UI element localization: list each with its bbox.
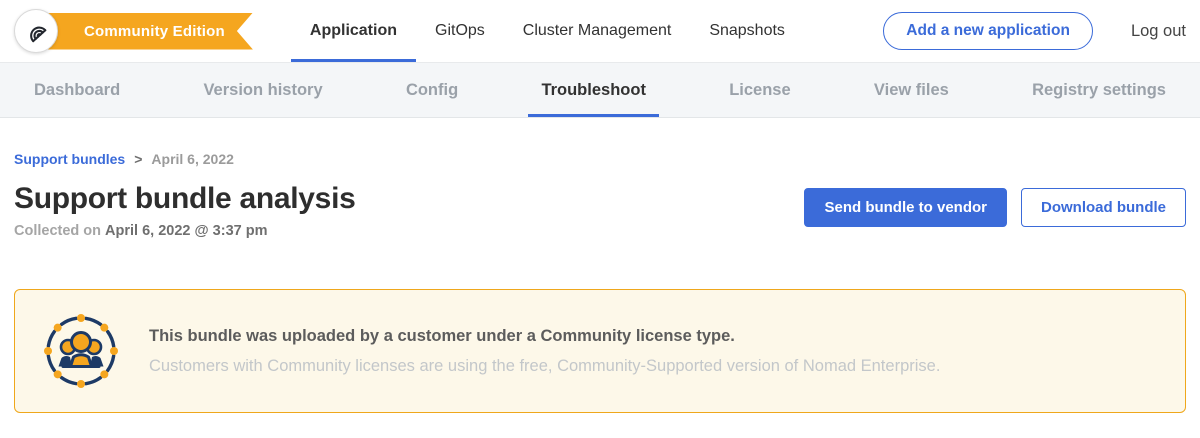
collected-date: April 6, 2022 @ 3:37 pm bbox=[105, 223, 267, 239]
subnav-item-troubleshoot[interactable]: Troubleshoot bbox=[534, 63, 653, 117]
page-header-row: Support bundle analysis Collected on Apr… bbox=[14, 182, 1186, 239]
page-title: Support bundle analysis bbox=[14, 182, 355, 216]
tab-snapshots[interactable]: Snapshots bbox=[690, 0, 804, 62]
app-subnav: Dashboard Version history Config Trouble… bbox=[0, 62, 1200, 118]
collected-prefix: Collected on bbox=[14, 223, 101, 239]
tab-gitops[interactable]: GitOps bbox=[416, 0, 504, 62]
subnav-item-dashboard[interactable]: Dashboard bbox=[27, 63, 127, 117]
community-license-notice: This bundle was uploaded by a customer u… bbox=[14, 289, 1186, 413]
subnav-item-config[interactable]: Config bbox=[399, 63, 465, 117]
breadcrumb: Support bundles > April 6, 2022 bbox=[14, 151, 1186, 167]
page-title-block: Support bundle analysis Collected on Apr… bbox=[14, 182, 355, 239]
tab-cluster-management[interactable]: Cluster Management bbox=[504, 0, 691, 62]
send-bundle-to-vendor-button[interactable]: Send bundle to vendor bbox=[804, 188, 1007, 227]
add-new-application-button[interactable]: Add a new application bbox=[883, 12, 1093, 50]
notice-text-block: This bundle was uploaded by a customer u… bbox=[149, 327, 940, 376]
subnav-item-license[interactable]: License bbox=[722, 63, 797, 117]
notice-title: This bundle was uploaded by a customer u… bbox=[149, 327, 940, 346]
top-navbar: Community Edition Application GitOps Clu… bbox=[0, 0, 1200, 62]
breadcrumb-separator: > bbox=[134, 151, 142, 167]
breadcrumb-current: April 6, 2022 bbox=[151, 151, 234, 167]
notice-subtitle: Customers with Community licenses are us… bbox=[149, 357, 940, 376]
breadcrumb-support-bundles-link[interactable]: Support bundles bbox=[14, 151, 125, 167]
tab-application[interactable]: Application bbox=[291, 0, 416, 62]
bundle-actions: Send bundle to vendor Download bundle bbox=[804, 188, 1186, 227]
logout-link[interactable]: Log out bbox=[1131, 22, 1186, 41]
main-content: Support bundles > April 6, 2022 Support … bbox=[0, 151, 1200, 413]
collected-timestamp: Collected on April 6, 2022 @ 3:37 pm bbox=[14, 223, 355, 239]
subnav-item-version-history[interactable]: Version history bbox=[196, 63, 329, 117]
community-people-icon bbox=[41, 311, 121, 391]
subnav-item-registry-settings[interactable]: Registry settings bbox=[1025, 63, 1173, 117]
primary-nav: Application GitOps Cluster Management Sn… bbox=[291, 0, 804, 62]
topnav-right: Add a new application Log out bbox=[883, 12, 1200, 50]
subnav-item-view-files[interactable]: View files bbox=[867, 63, 956, 117]
replicated-logo-icon[interactable] bbox=[14, 9, 58, 53]
community-edition-badge: Community Edition bbox=[42, 13, 253, 50]
download-bundle-button[interactable]: Download bundle bbox=[1021, 188, 1186, 227]
brand[interactable]: Community Edition bbox=[14, 0, 253, 62]
